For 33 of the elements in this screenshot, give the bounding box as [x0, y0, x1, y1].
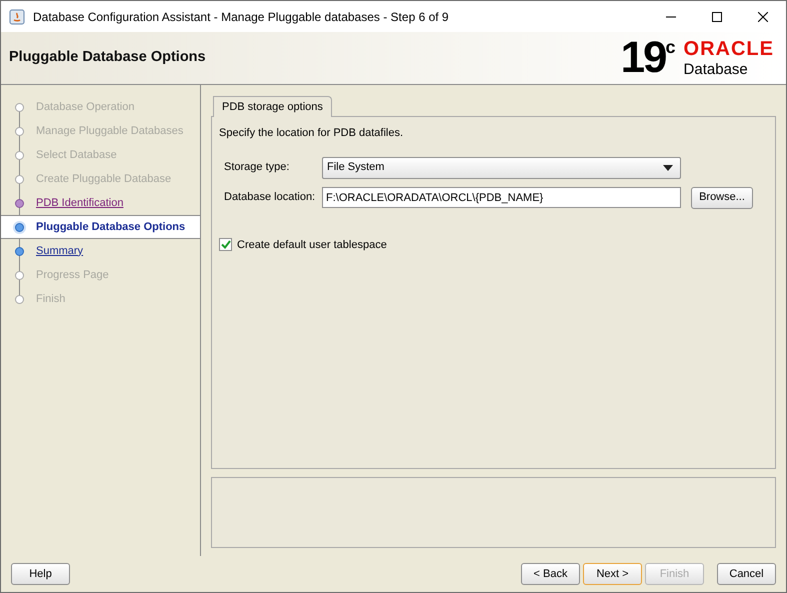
step-label: Create Pluggable Database — [36, 172, 172, 187]
step-label: Pluggable Database Options — [36, 220, 186, 235]
version-suffix: c — [666, 38, 676, 56]
step-label: Select Database — [36, 148, 117, 163]
app-icon — [9, 8, 25, 24]
step-label[interactable]: PDB Identification — [36, 194, 124, 212]
step-label: Database Operation — [36, 100, 134, 115]
brand-logo: ORACLE — [684, 39, 774, 59]
database-location-field[interactable]: F:\ORACLE\ORADATA\ORCL\{PDB_NAME} — [322, 187, 681, 208]
step-label[interactable]: Summary — [36, 242, 84, 260]
maximize-icon — [712, 12, 722, 22]
wizard-button[interactable]: Next > — [583, 563, 642, 585]
field-label: Storage type: — [224, 160, 290, 176]
step-label: Progress Page — [36, 268, 109, 283]
dropdown-arrow-icon — [663, 164, 673, 170]
window-title: Database Configuration Assistant - Manage Pluggable databases - Step 6 of 9 — [33, 8, 449, 26]
checkmark-icon — [220, 240, 230, 250]
checkbox-label: Create default user tablespace — [237, 238, 387, 252]
step-label: Finish — [36, 292, 66, 307]
storage-type-dropdown[interactable]: File System — [322, 156, 681, 178]
instruction-text: Specify the location for PDB datafiles. — [219, 126, 404, 141]
field-label: Database location: — [224, 190, 316, 206]
wizard-button[interactable]: Help — [11, 563, 70, 585]
browse-button[interactable]: Browse... — [691, 186, 753, 208]
tab[interactable]: PDB storage options — [213, 96, 332, 117]
wizard-button[interactable]: Cancel — [717, 563, 776, 585]
checkbox[interactable] — [219, 238, 232, 252]
wizard-button[interactable]: < Back — [521, 563, 580, 585]
close-icon — [758, 12, 768, 22]
product-name: Database — [684, 62, 749, 77]
version-number: 19 — [620, 36, 666, 80]
step-label: Manage Pluggable Databases — [36, 124, 184, 139]
page-title: Pluggable Database Options — [9, 48, 206, 68]
